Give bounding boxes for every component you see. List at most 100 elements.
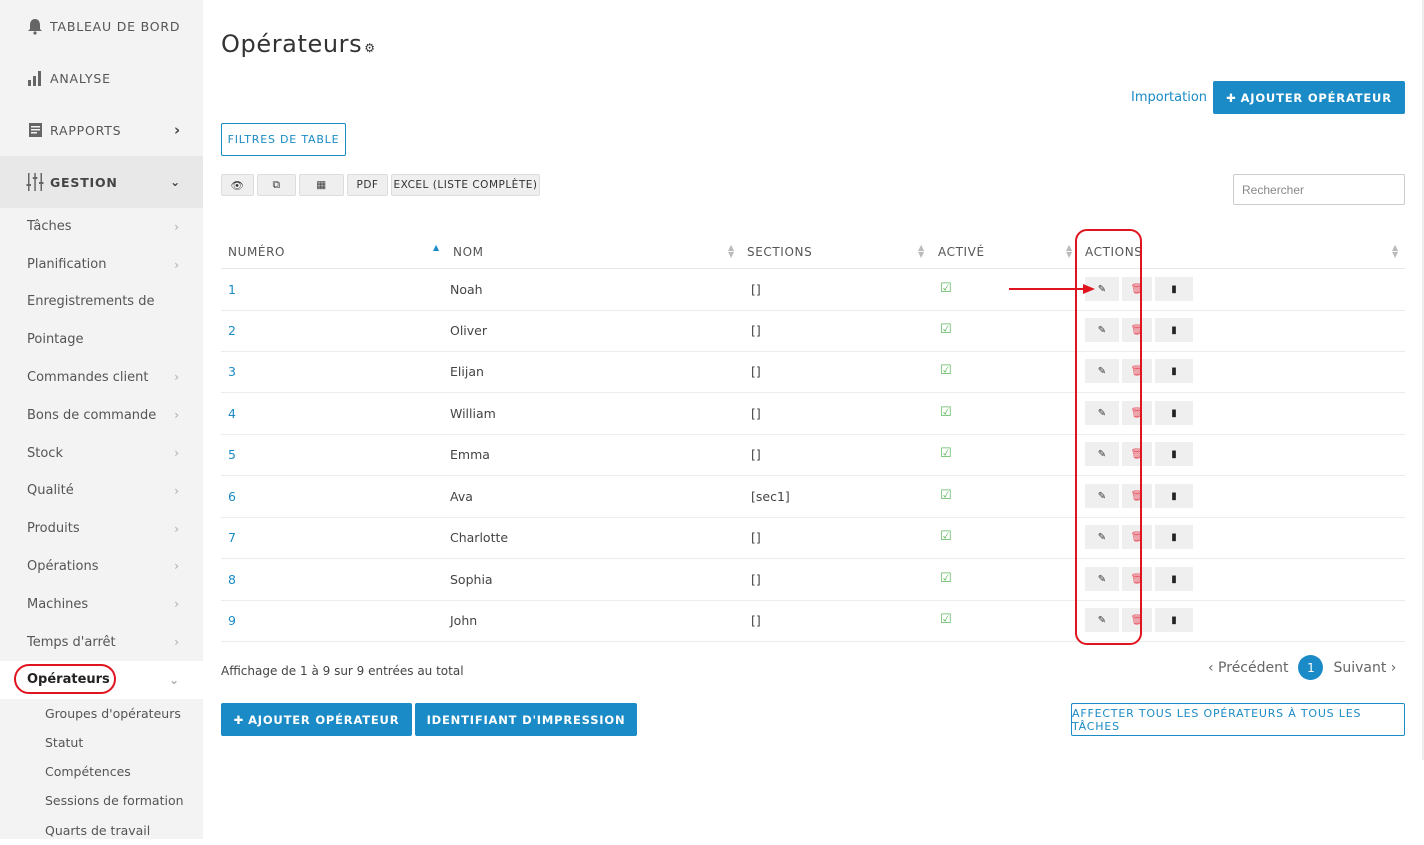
sidebar-item-taches[interactable]: Tâches › xyxy=(0,208,203,246)
file-icon: ▮ xyxy=(1171,490,1177,502)
sidebar: TABLEAU DE BORD ANALYSE RAPPORTS › GESTI… xyxy=(0,0,203,839)
operator-sections: [] xyxy=(751,323,761,338)
table-row: 5 Emma[] ☑ ✎ 🗑 ▮ xyxy=(221,434,1405,476)
print-id-button[interactable]: IDENTIFIANT D'IMPRESSION xyxy=(415,703,637,736)
sidebar-subitem-quarts[interactable]: Quarts de travail xyxy=(0,816,203,845)
sidebar-item-temps-arret[interactable]: Temps d'arrêt › xyxy=(0,623,203,661)
operator-number-link[interactable]: 4 xyxy=(228,406,236,421)
document-button[interactable]: ▮ xyxy=(1155,484,1193,508)
check-icon: ☑ xyxy=(940,571,952,586)
operator-number-link[interactable]: 9 xyxy=(228,613,236,628)
add-operator-bottom-button[interactable]: ✚ AJOUTER OPÉRATEUR xyxy=(221,703,412,736)
operator-number-link[interactable]: 3 xyxy=(228,364,236,379)
chevron-down-icon: ⌄ xyxy=(168,672,179,687)
operator-number-link[interactable]: 1 xyxy=(228,282,236,297)
table-row: 9 John[] ☑ ✎ 🗑 ▮ xyxy=(221,600,1405,642)
check-icon: ☑ xyxy=(940,488,952,503)
copy-button[interactable]: ⧉ xyxy=(257,174,296,196)
operator-number-link[interactable]: 7 xyxy=(228,530,236,545)
file-icon: ▮ xyxy=(1171,407,1177,419)
operator-sections: [] xyxy=(751,530,761,545)
col-header-active[interactable]: ACTIVÉ xyxy=(938,245,985,259)
prev-page-link[interactable]: ‹ Précédent xyxy=(1208,660,1288,676)
excel-button[interactable]: EXCEL (LISTE COMPLÈTE) xyxy=(391,174,540,196)
chevron-down-icon: ⌄ xyxy=(170,175,181,189)
sidebar-subitem-competences[interactable]: Compétences xyxy=(0,757,203,786)
sidebar-item-label: Machines xyxy=(27,596,89,612)
chevron-right-icon: › xyxy=(174,559,179,574)
page-title: Opérateurs ⚙ xyxy=(221,30,376,58)
sidebar-item-operateurs[interactable]: Opérateurs ⌄ xyxy=(0,660,203,699)
sort-icon: ▲ ▼ xyxy=(1066,243,1073,259)
operator-sections: [] xyxy=(751,572,761,587)
document-button[interactable]: ▮ xyxy=(1155,401,1193,425)
assign-all-button[interactable]: AFFECTER TOUS LES OPÉRATEURS À TOUS LES … xyxy=(1071,703,1405,736)
table-header: NUMÉRO ▲ NOM ▲ ▼ SECTIONS ▲ ▼ ACTIVÉ ▲ ▼ AC… xyxy=(221,234,1405,269)
sidebar-item-produits[interactable]: Produits › xyxy=(0,510,203,548)
add-operator-button[interactable]: ✚ AJOUTER OPÉRATEUR xyxy=(1213,81,1405,114)
sidebar-subitem-label: Quarts de travail xyxy=(45,822,151,838)
nav-dashboard[interactable]: TABLEAU DE BORD xyxy=(0,0,203,52)
document-button[interactable]: ▮ xyxy=(1155,567,1193,591)
add-operator-bottom-label: AJOUTER OPÉRATEUR xyxy=(248,712,400,727)
sidebar-item-bons-de-commande[interactable]: Bons de commande › xyxy=(0,396,203,434)
sidebar-item-label: Stock xyxy=(27,445,63,461)
check-icon: ☑ xyxy=(940,612,952,627)
sidebar-item-label: Enregistrements de production xyxy=(27,294,157,310)
csv-button[interactable]: ▦ xyxy=(299,174,344,196)
document-button[interactable]: ▮ xyxy=(1155,359,1193,383)
table-row: 4 William[] ☑ ✎ 🗑 ▮ xyxy=(221,393,1405,435)
main-content: Opérateurs ⚙ Importation ✚ AJOUTER OPÉRATE… xyxy=(221,0,1405,839)
search-input[interactable] xyxy=(1233,174,1405,205)
document-button[interactable]: ▮ xyxy=(1155,442,1193,466)
operator-number-link[interactable]: 5 xyxy=(228,447,236,462)
document-button[interactable]: ▮ xyxy=(1155,277,1193,301)
nav-gestion[interactable]: GESTION ⌄ xyxy=(0,156,203,208)
col-header-num[interactable]: NUMÉRO xyxy=(228,245,285,259)
document-button[interactable]: ▮ xyxy=(1155,525,1193,549)
gear-icon[interactable]: ⚙ xyxy=(364,41,375,55)
file-icon: ▮ xyxy=(1171,283,1177,295)
sidebar-item-commandes-client[interactable]: Commandes client › xyxy=(0,359,203,397)
table-row: 1 Noah[] ☑ ✎ 🗑 ▮ xyxy=(221,269,1405,311)
file-icon: ▮ xyxy=(1171,531,1177,543)
sidebar-subitem-statut[interactable]: Statut xyxy=(0,728,203,757)
sidebar-subitem-sessions[interactable]: Sessions de formation xyxy=(0,786,203,815)
sidebar-subitem-label: Groupes d'opérateurs xyxy=(45,705,181,721)
document-button[interactable]: ▮ xyxy=(1155,318,1193,342)
sidebar-item-operations[interactable]: Opérations › xyxy=(0,548,203,586)
sidebar-subitem-label: Statut xyxy=(45,735,84,751)
sidebar-subitem-groupes[interactable]: Groupes d'opérateurs xyxy=(0,699,203,728)
table-row: 7 Charlotte[] ☑ ✎ 🗑 ▮ xyxy=(221,517,1405,559)
plus-icon: ✚ xyxy=(233,712,245,727)
pdf-button[interactable]: PDF xyxy=(347,174,388,196)
operator-sections: [] xyxy=(751,447,761,462)
report-icon xyxy=(26,121,44,139)
table-filters-button[interactable]: FILTRES DE TABLE xyxy=(221,123,346,156)
nav-rapports[interactable]: RAPPORTS › xyxy=(0,104,203,156)
nav-analyse-label: ANALYSE xyxy=(50,70,111,86)
nav-analyse[interactable]: ANALYSE xyxy=(0,52,203,104)
operator-number-link[interactable]: 6 xyxy=(228,489,236,504)
sidebar-item-pointage[interactable]: Pointage xyxy=(0,321,203,359)
operator-sections: [] xyxy=(751,364,761,379)
operator-number-link[interactable]: 8 xyxy=(228,572,236,587)
column-visibility-button[interactable]: 👁 xyxy=(221,174,254,196)
next-page-link[interactable]: Suivant › xyxy=(1333,660,1396,676)
sidebar-item-stock[interactable]: Stock › xyxy=(0,434,203,472)
sidebar-item-qualite[interactable]: Qualité › xyxy=(0,472,203,510)
chevron-right-icon: › xyxy=(174,446,179,461)
sidebar-item-machines[interactable]: Machines › xyxy=(0,585,203,623)
document-button[interactable]: ▮ xyxy=(1155,608,1193,632)
col-header-sections[interactable]: SECTIONS xyxy=(747,245,812,259)
operator-number-link[interactable]: 2 xyxy=(228,323,236,338)
sidebar-item-enregistrements[interactable]: Enregistrements de production xyxy=(0,284,203,321)
import-link[interactable]: Importation xyxy=(1131,90,1207,105)
sidebar-item-planification[interactable]: Planification › xyxy=(0,246,203,284)
chevron-right-icon: › xyxy=(174,521,179,536)
col-header-name[interactable]: NOM xyxy=(453,245,484,259)
sidebar-item-label: Pointage xyxy=(27,332,84,348)
page-number[interactable]: 1 xyxy=(1298,655,1324,680)
sidebar-item-label: Qualité xyxy=(27,483,74,499)
page-title-text: Opérateurs xyxy=(221,30,363,58)
